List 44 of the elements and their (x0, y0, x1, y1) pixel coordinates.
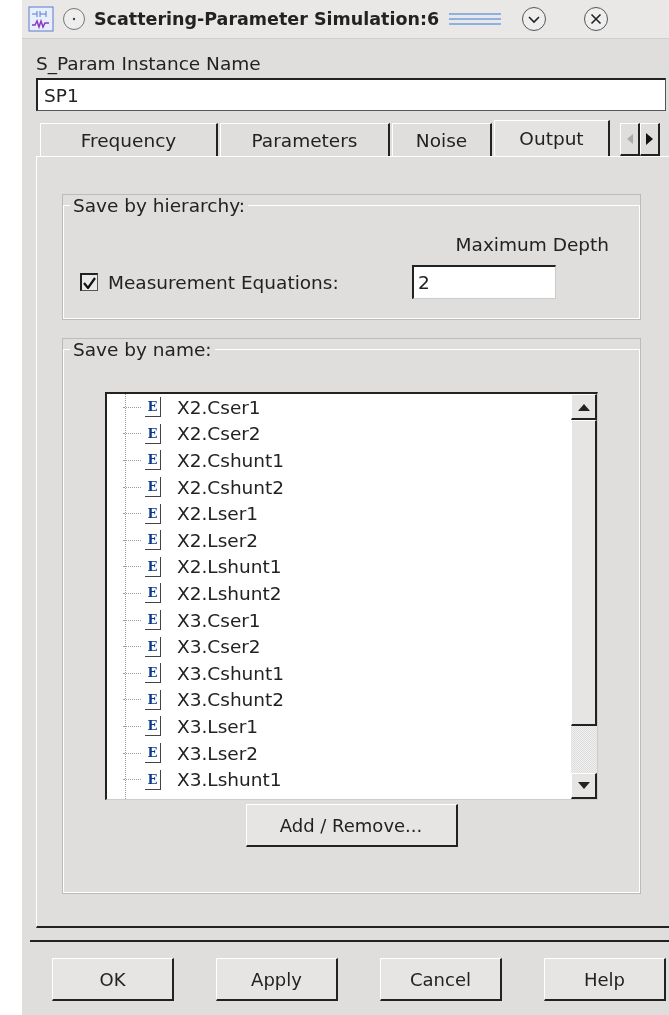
list-item[interactable]: X2.Cshunt2 (177, 476, 285, 498)
list-item[interactable]: X3.Lser2 (177, 742, 259, 764)
list-item[interactable]: X3.Lshunt1 (177, 769, 282, 791)
field-label: S_Param Instance Name (36, 53, 261, 74)
list-item[interactable]: X2.Lshunt2 (177, 582, 282, 604)
chevron-down-icon[interactable] (521, 6, 548, 32)
tab[interactable]: Frequency (40, 123, 218, 156)
list-item[interactable]: X3.Lser1 (177, 715, 259, 737)
add-remove-button[interactable]: Add / Remove... (245, 804, 458, 847)
list-item[interactable]: X2.Lshunt1 (177, 556, 282, 578)
scroll-thumb[interactable] (571, 420, 597, 726)
group-title: Save by name: (72, 339, 213, 360)
list-item[interactable]: X2.Cshunt1 (177, 450, 285, 471)
list-item[interactable]: X3.Cser2 (177, 636, 261, 658)
checkbox-label: Measurement Equations: (108, 271, 340, 293)
field-label: Maximum Depth (454, 234, 609, 255)
scroll-down-icon[interactable] (571, 773, 597, 799)
tab[interactable]: Parameters (220, 123, 390, 156)
list-item[interactable]: X3.Cshunt1 (177, 662, 285, 684)
group-title: Save by hierarchy: (72, 195, 246, 216)
tab-scroll-right-icon[interactable] (640, 123, 660, 156)
tab[interactable]: Noise (392, 123, 492, 156)
list-item[interactable]: X2.Lser1 (177, 503, 259, 525)
list-item[interactable]: X2.Lser2 (177, 529, 259, 551)
help-button[interactable]: Help (544, 958, 666, 1001)
checkbox[interactable] (80, 273, 98, 291)
close-icon[interactable] (583, 6, 610, 32)
window-title: Scattering-Parameter Simulation:6 (94, 9, 440, 29)
radio-icon[interactable] (62, 7, 86, 31)
ok-button[interactable]: OK (52, 958, 174, 1001)
list-item[interactable]: X3.Cser1 (177, 609, 261, 631)
tab[interactable]: Output (494, 120, 610, 156)
title-stripes-icon (447, 11, 504, 27)
apply-button[interactable]: Apply (216, 958, 338, 1001)
list-item[interactable]: X2.Cser2 (177, 423, 261, 445)
list-item[interactable]: X3.Cshunt2 (177, 689, 285, 711)
app-icon (28, 6, 54, 32)
list-item[interactable]: X2.Cser1 (177, 396, 261, 418)
scroll-up-icon[interactable] (571, 394, 597, 420)
cancel-button[interactable]: Cancel (380, 958, 502, 1001)
scrollbar[interactable] (571, 394, 597, 799)
depth-field[interactable]: 2 (412, 265, 556, 299)
tab-scroll-left-icon[interactable] (620, 123, 640, 156)
instance-name-field[interactable]: SP1 (36, 78, 666, 111)
